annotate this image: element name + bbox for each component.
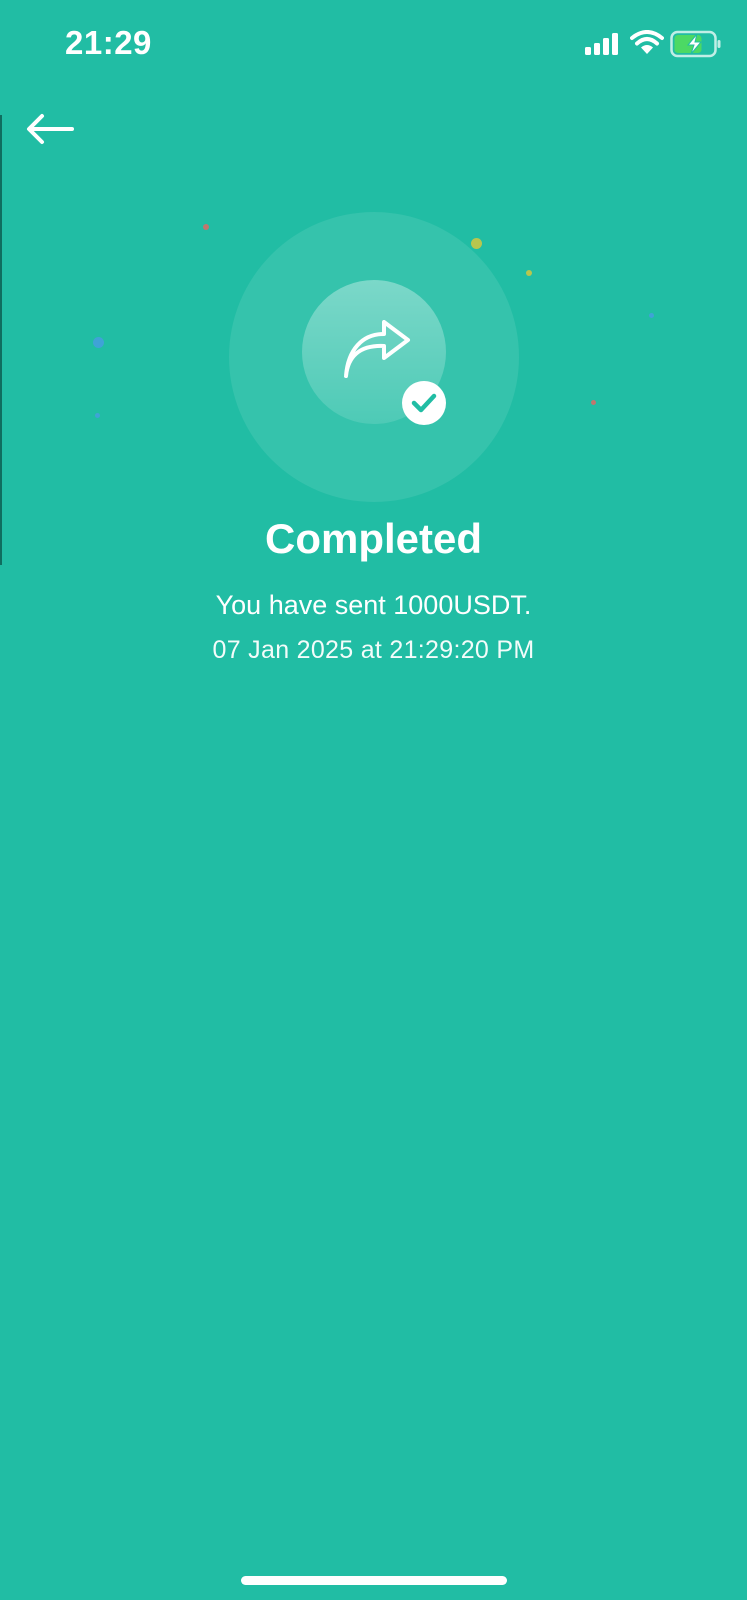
status-bar: 21:29 xyxy=(0,0,747,90)
checkmark-icon xyxy=(411,393,437,413)
status-time: 21:29 xyxy=(65,24,152,61)
wifi-icon xyxy=(630,30,664,54)
back-button[interactable] xyxy=(22,105,82,155)
confetti-dot xyxy=(526,270,532,276)
confetti-dot xyxy=(591,400,596,405)
cellular-signal-icon xyxy=(585,33,618,55)
confetti-dot xyxy=(471,238,482,249)
confetti-dot xyxy=(649,313,654,318)
transfer-timestamp: 07 Jan 2025 at 21:29:20 PM xyxy=(212,636,535,664)
status-title: Completed xyxy=(264,515,482,562)
confetti-dot xyxy=(203,224,209,230)
transfer-message: You have sent 1000USDT. xyxy=(215,590,532,620)
edge-divider xyxy=(0,115,2,565)
home-indicator[interactable] xyxy=(241,1576,507,1585)
arrow-left-icon xyxy=(27,114,74,144)
battery-charging-icon xyxy=(670,30,721,58)
confetti-dot xyxy=(93,337,104,348)
success-check-badge xyxy=(402,381,446,425)
transfer-completed-screen: 21:29 Completed You have sent 1000USDT. … xyxy=(0,0,747,1600)
share-forward-icon xyxy=(344,320,410,378)
confetti-dot xyxy=(95,413,100,418)
